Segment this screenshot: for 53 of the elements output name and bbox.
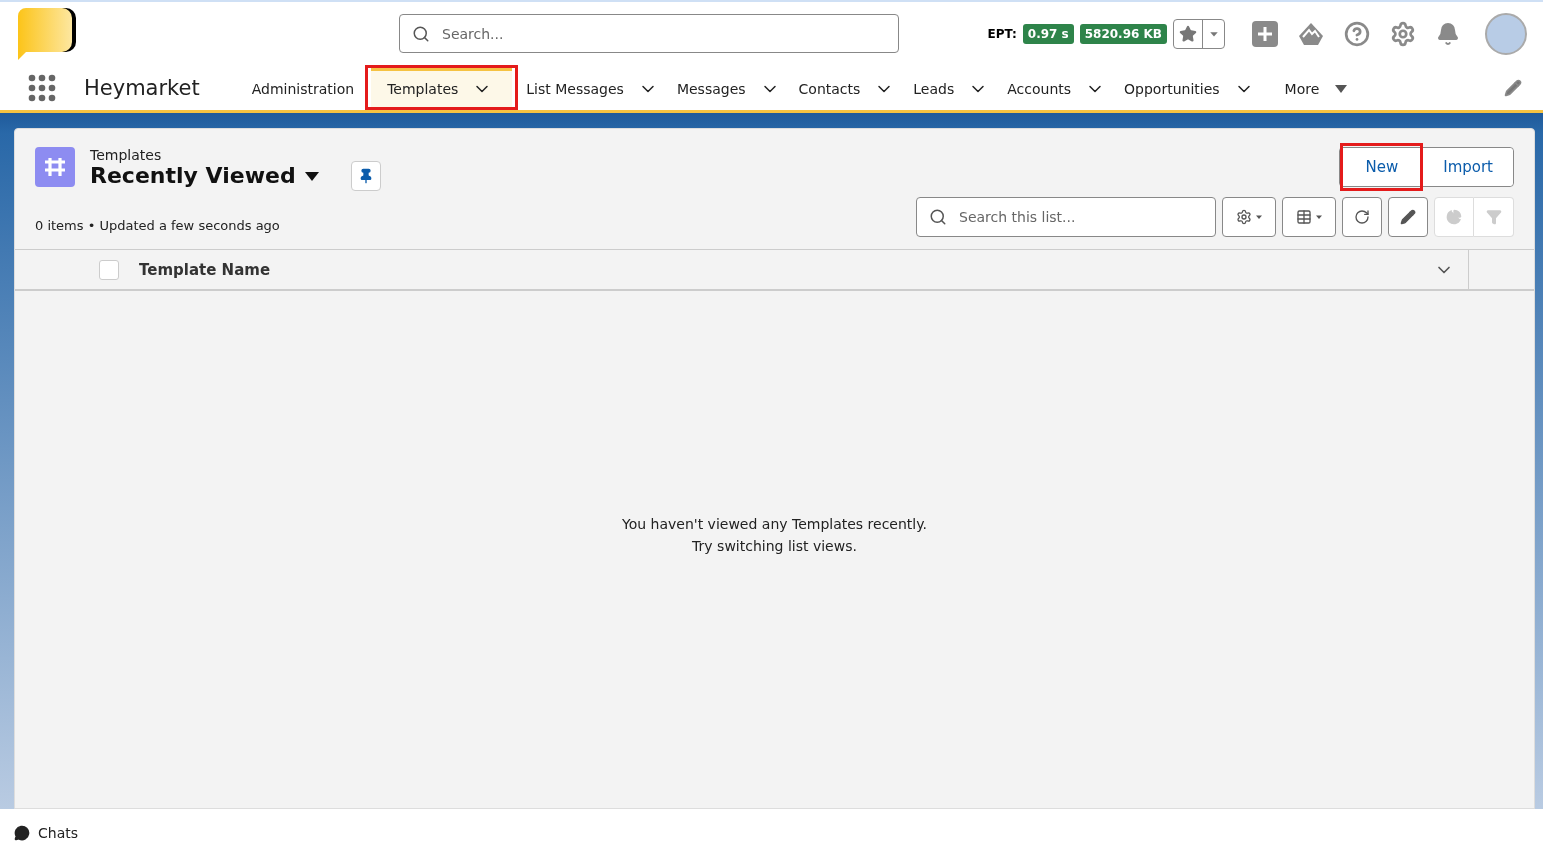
list-search-field[interactable]: Search this list... xyxy=(916,197,1216,237)
pin-button[interactable] xyxy=(350,161,381,191)
list-search-input[interactable]: Search this list... xyxy=(957,208,1203,226)
object-label: Templates xyxy=(90,147,163,163)
logo-icon xyxy=(18,7,78,60)
templates-icon xyxy=(35,147,75,187)
gear-icon xyxy=(1235,209,1252,225)
search-icon xyxy=(929,208,947,226)
edit-button[interactable] xyxy=(1388,197,1428,237)
column-header[interactable]: Template Name xyxy=(139,260,1428,279)
pencil-icon xyxy=(1400,209,1416,225)
chat-icon xyxy=(14,825,30,841)
search-icon xyxy=(412,24,430,43)
pie-chart-icon xyxy=(1446,209,1462,225)
nav-tab[interactable]: Templates xyxy=(371,68,513,107)
help-icon[interactable] xyxy=(1344,20,1370,47)
nav-tab[interactable]: Messages xyxy=(668,65,791,110)
nav-tab[interactable]: Administration xyxy=(243,65,366,110)
nav-tab[interactable]: Contacts xyxy=(790,65,906,110)
mountain-icon[interactable] xyxy=(1298,21,1324,46)
more-tab[interactable]: More xyxy=(1264,65,1361,110)
refresh-button[interactable] xyxy=(1342,197,1382,237)
refresh-icon xyxy=(1354,209,1370,225)
star-icon xyxy=(1179,24,1197,43)
avatar-icon[interactable] xyxy=(1485,12,1527,55)
app-launcher-icon[interactable] xyxy=(28,73,56,102)
edit-icon[interactable] xyxy=(1504,78,1522,97)
empty-message: Try switching list views. xyxy=(692,537,857,554)
list-view-selector[interactable]: Recently Viewed xyxy=(90,163,320,188)
metric-badge: 5820.96 KB xyxy=(1079,23,1167,44)
select-all-checkbox[interactable] xyxy=(99,259,119,280)
nav-tab[interactable]: List Messages xyxy=(518,65,669,110)
list-status: 0 items • Updated a few seconds ago xyxy=(35,218,281,233)
empty-message: You haven't viewed any Templates recently. xyxy=(622,515,927,532)
caret-icon xyxy=(1333,83,1350,95)
search-field[interactable]: Search... xyxy=(399,14,899,53)
nav-tab[interactable]: Opportunities xyxy=(1116,65,1265,110)
notifications-icon[interactable] xyxy=(1436,21,1460,46)
list-settings-button[interactable] xyxy=(1222,197,1276,237)
add-icon[interactable] xyxy=(1252,20,1278,47)
favorites-button[interactable] xyxy=(1173,18,1225,49)
nav-tab[interactable]: Accounts xyxy=(999,65,1117,110)
ept-label: EPT: xyxy=(987,26,1017,41)
chats-label[interactable]: Chats xyxy=(38,825,78,841)
caret-icon xyxy=(303,169,320,182)
search-input[interactable]: Search... xyxy=(440,24,886,43)
filter-icon xyxy=(1485,209,1502,225)
display-as-button[interactable] xyxy=(1282,197,1336,237)
metric-badge: 0.97 s xyxy=(1022,23,1074,44)
settings-icon[interactable] xyxy=(1390,20,1416,47)
table-icon xyxy=(1295,209,1312,225)
app-name: Heymarket xyxy=(84,75,200,100)
nav-tab[interactable]: Leads xyxy=(905,65,1000,110)
